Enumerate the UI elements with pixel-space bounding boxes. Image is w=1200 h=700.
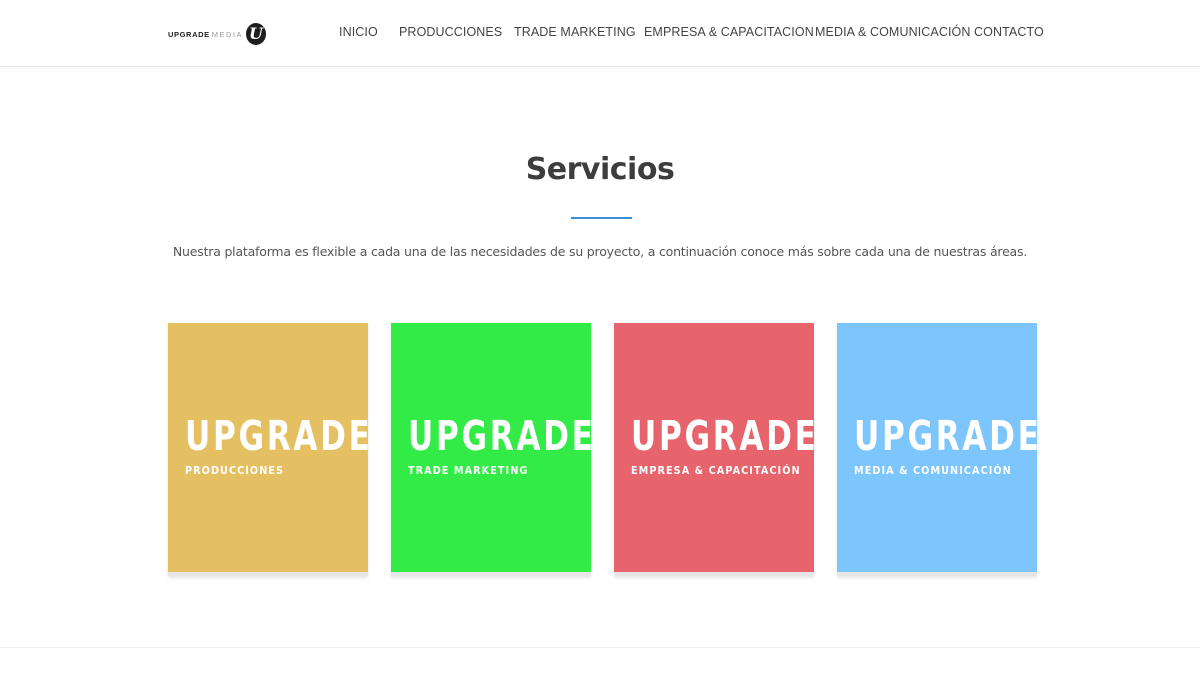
card-subtitle: EMPRESA & CAPACITACIÓN [631,464,801,477]
title-underline [571,217,632,219]
service-card-producciones[interactable]: UPGRADE PRODUCCIONES [168,323,373,576]
nav-item-producciones[interactable]: PRODUCCIONES [399,25,502,39]
service-card-empresa-capacitacion[interactable]: UPGRADE EMPRESA & CAPACITACIÓN [614,323,819,576]
nav-item-media-comunicacion[interactable]: MEDIA & COMUNICACIÓN [815,25,971,39]
card-base [837,572,1037,576]
service-card-trade-marketing[interactable]: UPGRADE TRADE MARKETING [391,323,596,576]
nav-item-trade-marketing[interactable]: TRADE MARKETING [514,25,636,39]
card-brand: UPGRADE [185,412,373,460]
footer-divider [0,647,1200,648]
site-header: UPGRADE MEDIA U INICIO PRODUCCIONES TRAD… [0,0,1200,67]
card-subtitle: MEDIA & COMUNICACIÓN [854,464,1012,477]
card-brand: UPGRADE [854,412,1042,460]
nav-item-inicio[interactable]: INICIO [339,25,378,39]
card-subtitle: PRODUCCIONES [185,464,285,477]
card-base [614,572,814,576]
section-title: Servicios [525,152,675,187]
nav-item-empresa-capacitacion[interactable]: EMPRESA & CAPACITACION [644,25,814,39]
card-face: UPGRADE EMPRESA & CAPACITACIÓN [614,323,819,572]
card-brand: UPGRADE [408,412,596,460]
service-card-media-comunicacion[interactable]: UPGRADE MEDIA & COMUNICACIÓN [837,323,1042,576]
section-description: Nuestra plataforma es flexible a cada un… [172,244,1028,259]
main-nav: INICIO PRODUCCIONES TRADE MARKETING EMPR… [0,25,1200,43]
nav-item-contacto[interactable]: CONTACTO [974,25,1044,39]
card-face: UPGRADE PRODUCCIONES [168,323,373,572]
card-base [168,572,368,576]
card-face: UPGRADE TRADE MARKETING [391,323,596,572]
card-face: UPGRADE MEDIA & COMUNICACIÓN [837,323,1042,572]
card-subtitle: TRADE MARKETING [408,464,529,477]
card-brand: UPGRADE [631,412,819,460]
card-base [391,572,591,576]
